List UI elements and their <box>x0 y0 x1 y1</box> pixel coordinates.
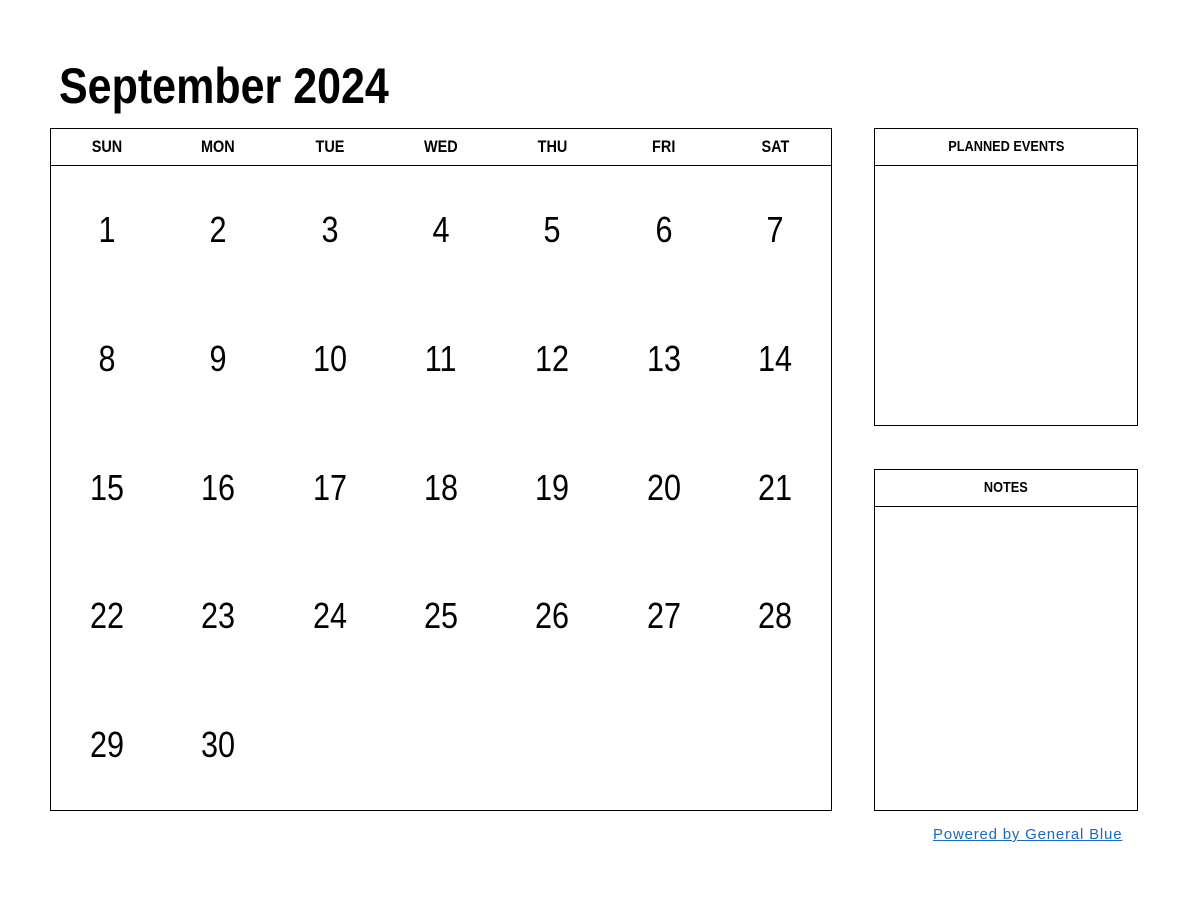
day-number: 30 <box>201 724 236 766</box>
empty-day-cell <box>497 681 608 810</box>
day-cell: 16 <box>162 424 273 553</box>
day-cell: 29 <box>51 681 162 810</box>
day-cell: 7 <box>720 166 831 295</box>
notes-title: NOTES <box>875 470 1137 507</box>
day-cell: 6 <box>608 166 719 295</box>
day-cell: 20 <box>608 424 719 553</box>
day-number: 18 <box>423 466 459 508</box>
day-number: 20 <box>646 466 681 508</box>
day-number: 21 <box>758 466 793 508</box>
day-number: 13 <box>646 337 681 379</box>
day-number: 9 <box>209 337 227 379</box>
empty-day-cell <box>274 681 385 810</box>
day-cell: 24 <box>274 552 385 681</box>
day-number: 12 <box>535 337 570 379</box>
weekday-thu: THU <box>537 137 568 156</box>
day-number: 22 <box>89 595 124 637</box>
day-number: 29 <box>89 724 124 766</box>
day-number: 10 <box>312 337 347 379</box>
day-cell: 30 <box>162 681 273 810</box>
day-number: 24 <box>312 595 347 637</box>
weekday-fri: FRI <box>652 137 676 156</box>
empty-day-cell <box>385 681 496 810</box>
weekday-sat: SAT <box>761 137 790 156</box>
day-number: 19 <box>535 466 570 508</box>
day-cell: 12 <box>497 295 608 424</box>
day-number: 5 <box>543 209 561 250</box>
day-number: 23 <box>201 595 236 637</box>
planned-events-box: PLANNED EVENTS <box>874 128 1138 426</box>
day-cell: 22 <box>51 552 162 681</box>
day-number: 17 <box>312 466 347 508</box>
day-cell: 28 <box>720 552 831 681</box>
day-cell: 11 <box>385 295 496 424</box>
day-number: 14 <box>758 337 793 379</box>
day-number: 15 <box>89 466 124 508</box>
calendar-days: 1 2 3 4 5 6 7 8 9 10 11 12 13 14 15 16 17 18 19 20 21 22 23 24 2… <box>51 166 831 810</box>
empty-day-cell <box>720 681 831 810</box>
day-number: 27 <box>646 595 681 637</box>
day-number: 8 <box>98 337 116 379</box>
day-number: 1 <box>98 209 116 250</box>
day-cell: 5 <box>497 166 608 295</box>
weekday-sun: SUN <box>91 137 122 156</box>
day-cell: 3 <box>274 166 385 295</box>
day-number: 25 <box>423 595 459 637</box>
powered-by-link[interactable]: Powered by General Blue <box>933 826 1122 843</box>
day-cell: 9 <box>162 295 273 424</box>
empty-day-cell <box>608 681 719 810</box>
day-cell: 25 <box>385 552 496 681</box>
day-cell: 8 <box>51 295 162 424</box>
day-cell: 17 <box>274 424 385 553</box>
day-cell: 18 <box>385 424 496 553</box>
weekday-mon: MON <box>201 137 235 156</box>
notes-box: NOTES <box>874 469 1138 811</box>
day-cell: 27 <box>608 552 719 681</box>
day-cell: 4 <box>385 166 496 295</box>
day-cell: 21 <box>720 424 831 553</box>
day-cell: 26 <box>497 552 608 681</box>
day-cell: 14 <box>720 295 831 424</box>
day-number: 16 <box>201 466 236 508</box>
weekday-header: SUN MON TUE WED THU FRI SAT <box>51 129 831 166</box>
day-number: 6 <box>655 209 673 250</box>
weekday-tue: TUE <box>315 137 344 156</box>
calendar-grid: SUN MON TUE WED THU FRI SAT 1 2 3 4 5 6 7 8 9 10 1… <box>50 128 832 811</box>
day-cell: 23 <box>162 552 273 681</box>
day-number: 3 <box>321 209 339 250</box>
day-number: 2 <box>209 209 227 250</box>
day-number: 4 <box>432 209 450 250</box>
day-cell: 1 <box>51 166 162 295</box>
day-number: 11 <box>425 337 457 379</box>
day-number: 28 <box>758 595 793 637</box>
planned-events-title: PLANNED EVENTS <box>875 129 1137 166</box>
day-cell: 19 <box>497 424 608 553</box>
page-title: September 2024 <box>59 58 389 114</box>
day-cell: 10 <box>274 295 385 424</box>
day-number: 26 <box>535 595 570 637</box>
day-number: 7 <box>766 209 784 250</box>
day-cell: 13 <box>608 295 719 424</box>
day-cell: 2 <box>162 166 273 295</box>
weekday-wed: WED <box>424 137 458 156</box>
day-cell: 15 <box>51 424 162 553</box>
